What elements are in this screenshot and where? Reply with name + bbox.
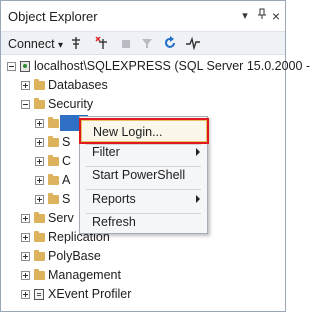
expand-icon[interactable] [21, 271, 30, 280]
connect-plug-icon[interactable] [69, 36, 83, 52]
xevent-label: XEvent Profiler [48, 287, 132, 301]
tree-node-xevent-profiler[interactable]: XEvent Profiler [1, 285, 285, 305]
tree-node-databases[interactable]: Databases [1, 76, 285, 96]
panel-title: Object Explorer [8, 9, 98, 24]
menu-item-refresh[interactable]: Refresh [81, 211, 207, 233]
folder-icon [34, 269, 45, 280]
dropdown-icon[interactable]: ▾ [238, 8, 252, 24]
node-label: S [62, 192, 71, 206]
activity-monitor-icon[interactable] [185, 36, 201, 52]
collapse-icon[interactable] [7, 62, 16, 71]
menu-item-label: Refresh [92, 215, 136, 229]
expand-icon[interactable] [35, 119, 44, 128]
folder-icon [34, 250, 45, 261]
connect-button[interactable]: Connect ▾ [8, 36, 63, 52]
submenu-arrow-icon [196, 195, 200, 203]
folder-icon [48, 193, 59, 204]
folder-icon [34, 231, 45, 242]
folder-icon [48, 174, 59, 185]
expand-icon[interactable] [35, 138, 44, 147]
folder-icon [48, 117, 59, 128]
menu-item-label: Reports [92, 192, 136, 206]
refresh-icon[interactable] [163, 36, 177, 52]
disconnect-icon[interactable] [95, 36, 111, 52]
expand-icon[interactable] [21, 233, 30, 242]
management-label: Management [48, 268, 121, 282]
toolbar: Connect ▾ [1, 31, 285, 55]
expand-icon[interactable] [21, 81, 30, 90]
expand-icon[interactable] [21, 290, 30, 299]
folder-icon [34, 98, 45, 109]
folder-icon [34, 79, 45, 90]
expand-icon[interactable] [21, 214, 30, 223]
node-label: S [62, 135, 71, 149]
node-label: C [62, 154, 72, 168]
title-bar: Object Explorer ▾ × [1, 1, 285, 31]
pin-icon[interactable] [255, 8, 269, 24]
tree-node-security[interactable]: Security [1, 95, 285, 115]
databases-label: Databases [48, 78, 108, 92]
annotation-highlight-box [79, 118, 209, 144]
close-icon[interactable]: × [269, 8, 283, 24]
node-label: A [62, 173, 71, 187]
menu-item-filter[interactable]: Filter [81, 141, 207, 163]
collapse-icon[interactable] [21, 100, 30, 109]
tree-node-management[interactable]: Management [1, 266, 285, 286]
security-label: Security [48, 97, 94, 111]
server-objects-label: Serv [48, 211, 74, 225]
menu-item-label: Filter [92, 145, 120, 159]
server-icon [20, 61, 30, 72]
expand-icon[interactable] [35, 195, 44, 204]
folder-icon [48, 136, 59, 147]
menu-item-label: Start PowerShell [92, 168, 186, 182]
menu-item-start-powershell[interactable]: Start PowerShell [81, 164, 207, 186]
folder-icon [34, 212, 45, 223]
expand-icon[interactable] [21, 252, 30, 261]
stop-icon[interactable] [120, 36, 132, 52]
menu-item-reports[interactable]: Reports [81, 188, 207, 210]
expand-icon[interactable] [35, 157, 44, 166]
connect-label: Connect [8, 37, 55, 51]
tree-node-polybase[interactable]: PolyBase [1, 247, 285, 267]
polybase-label: PolyBase [48, 249, 101, 263]
xevent-icon [34, 289, 44, 300]
chevron-down-icon: ▾ [58, 40, 64, 51]
object-explorer-panel: Object Explorer ▾ × Connect ▾ localhost\… [0, 0, 310, 312]
folder-icon [48, 155, 59, 166]
tree-node-server[interactable]: localhost\SQLEXPRESS (SQL Server 15.0.20… [1, 57, 310, 77]
submenu-arrow-icon [196, 148, 200, 156]
expand-icon[interactable] [35, 176, 44, 185]
filter-icon[interactable] [141, 36, 153, 52]
server-label: localhost\SQLEXPRESS (SQL Server 15.0.20… [34, 59, 311, 73]
